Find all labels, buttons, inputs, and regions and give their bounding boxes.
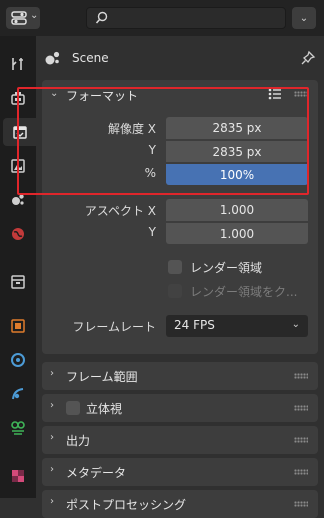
output-panel[interactable]: › 出力	[42, 426, 318, 454]
texture-icon	[12, 470, 24, 482]
tab-texture[interactable]	[3, 462, 33, 490]
output-panel-header[interactable]: › 出力	[42, 426, 318, 454]
pin-icon[interactable]	[300, 50, 316, 69]
format-panel: ⌄ フォーマット 解像度 X 2835 px Y 2835 px % 100% …	[42, 80, 318, 354]
chevron-right-icon: ›	[50, 464, 54, 475]
resolution-y-label: Y	[148, 143, 156, 157]
world-icon	[12, 228, 24, 240]
physics-icon	[11, 421, 25, 435]
tab-view-layer[interactable]	[3, 152, 33, 180]
resolution-percent-value: 100%	[219, 167, 255, 182]
tab-particles[interactable]	[3, 380, 33, 408]
search-field[interactable]	[86, 7, 286, 29]
context-breadcrumb: Scene	[36, 44, 324, 74]
stereoscopy-panel-title: 立体視	[86, 402, 123, 416]
tab-physics[interactable]	[3, 414, 33, 442]
tab-modifier[interactable]	[3, 346, 33, 374]
resolution-y-value: 2835 px	[212, 144, 262, 159]
properties-editor-icon	[11, 11, 27, 28]
render-region-checkbox[interactable]	[168, 260, 182, 274]
drag-grip-icon[interactable]	[294, 469, 308, 475]
crop-to-region-label: レンダー領域をク...	[190, 285, 298, 299]
resolution-x-field[interactable]: 2835 px	[166, 117, 308, 139]
scene-icon	[12, 194, 24, 205]
metadata-panel[interactable]: › メタデータ	[42, 458, 318, 486]
framerate-label: フレームレート	[72, 320, 156, 334]
particles-icon	[12, 388, 24, 400]
properties-content: Scene ⌄ フォーマット 解像度 X 2835 px Y 2835 px %…	[36, 36, 324, 518]
tab-tool[interactable]	[3, 50, 33, 78]
tab-scene[interactable]	[3, 186, 33, 214]
frame-range-panel-header[interactable]: › フレーム範囲	[42, 362, 318, 390]
drag-grip-icon[interactable]	[294, 437, 308, 443]
chevron-down-icon: ⌄	[30, 10, 39, 21]
chevron-down-icon: ⌄	[299, 12, 309, 24]
tool-icon	[12, 58, 23, 70]
drag-grip-icon[interactable]	[294, 405, 308, 411]
resolution-x-label: 解像度 X	[107, 122, 156, 136]
editor-header: ⌄ ⌄	[0, 0, 324, 36]
post-processing-panel-title: ポストプロセッシング	[66, 498, 187, 512]
aspect-y-value: 1.000	[219, 226, 255, 241]
render-region-label: レンダー領域	[190, 261, 263, 275]
framerate-value: 24 FPS	[174, 318, 215, 332]
chevron-right-icon: ›	[50, 432, 54, 443]
drag-grip-icon[interactable]	[294, 373, 308, 379]
chevron-down-icon: ⌄	[50, 88, 59, 99]
aspect-y-label: Y	[148, 225, 156, 239]
blender-properties-editor: ⌄ ⌄ Scene ⌄ フォーマット 解像度 X 2835 px Y 2835 …	[0, 0, 324, 518]
scene-label: Scene	[72, 51, 109, 65]
tab-collection[interactable]	[3, 268, 33, 296]
aspect-x-label: アスペクト X	[84, 204, 156, 218]
presets-icon[interactable]	[268, 87, 282, 104]
object-icon	[11, 319, 25, 333]
drag-grip-icon[interactable]	[294, 501, 308, 507]
frame-range-panel[interactable]: › フレーム範囲	[42, 362, 318, 390]
modifier-icon	[11, 353, 25, 367]
tab-output[interactable]	[3, 118, 36, 146]
stereoscopy-checkbox[interactable]	[66, 401, 80, 415]
crop-to-region-checkbox[interactable]	[168, 284, 182, 298]
format-panel-title: フォーマット	[66, 89, 139, 103]
format-panel-header[interactable]: ⌄ フォーマット	[42, 80, 318, 110]
aspect-y-field[interactable]: 1.000	[166, 222, 308, 244]
properties-tab-column	[0, 36, 36, 498]
resolution-x-value: 2835 px	[212, 121, 262, 135]
chevron-down-icon: ⌄	[291, 319, 300, 330]
framerate-dropdown[interactable]: 24 FPS ⌄	[166, 315, 308, 337]
stereoscopy-panel-header[interactable]: › 立体視	[42, 394, 318, 422]
metadata-panel-title: メタデータ	[66, 466, 127, 480]
resolution-percent-label: %	[144, 166, 156, 180]
aspect-x-value: 1.000	[219, 203, 255, 217]
stereoscopy-panel[interactable]: › 立体視	[42, 394, 318, 422]
chevron-right-icon: ›	[50, 400, 54, 411]
frame-range-panel-title: フレーム範囲	[66, 370, 138, 384]
post-processing-panel-header[interactable]: › ポストプロセッシング	[42, 490, 318, 518]
tab-object[interactable]	[3, 312, 33, 340]
metadata-panel-header[interactable]: › メタデータ	[42, 458, 318, 486]
collection-icon	[11, 275, 25, 289]
editor-type-button[interactable]: ⌄	[6, 7, 40, 29]
search-icon	[95, 11, 109, 28]
chevron-right-icon: ›	[50, 368, 54, 379]
view-layer-icon	[11, 159, 25, 173]
search-input[interactable]	[117, 10, 281, 28]
output-icon	[12, 126, 27, 139]
scene-icon	[44, 50, 62, 69]
resolution-y-field[interactable]: 2835 px	[166, 140, 308, 162]
aspect-x-field[interactable]: 1.000	[166, 199, 308, 221]
tab-render[interactable]	[3, 84, 33, 112]
display-filter-dropdown[interactable]: ⌄	[292, 7, 316, 29]
resolution-percent-slider[interactable]: 100%	[166, 163, 308, 185]
post-processing-panel[interactable]: › ポストプロセッシング	[42, 490, 318, 518]
output-panel-title: 出力	[66, 434, 91, 448]
drag-grip-icon[interactable]	[294, 91, 308, 97]
render-icon	[11, 92, 25, 105]
tab-world[interactable]	[3, 220, 33, 248]
